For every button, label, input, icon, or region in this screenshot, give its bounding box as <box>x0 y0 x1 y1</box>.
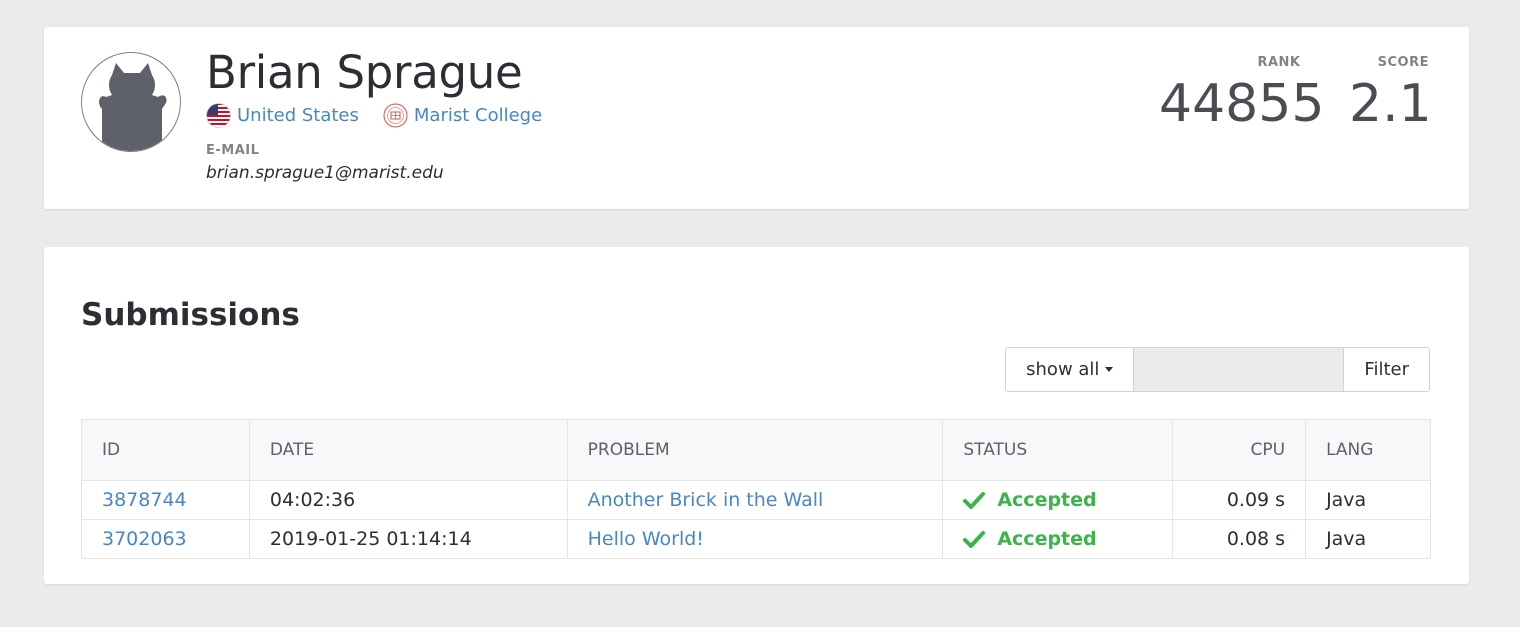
submissions-table: ID DATE PROBLEM STATUS CPU LANG 3878744 … <box>81 419 1431 559</box>
filter-input[interactable] <box>1133 347 1345 392</box>
profile-card: Brian Sprague United States Marist Colle… <box>44 27 1469 209</box>
problem-link[interactable]: Hello World! <box>588 528 704 550</box>
column-header-problem: PROBLEM <box>567 419 944 481</box>
language: Java <box>1326 528 1367 550</box>
user-avatar <box>81 52 181 152</box>
country-link[interactable]: United States <box>206 102 359 128</box>
email-value: brian.sprague1@marist.edu <box>206 163 444 183</box>
rank-label: RANK <box>1257 55 1301 70</box>
score-value: 2.1 <box>1349 74 1432 134</box>
column-header-cpu: CPU <box>1172 419 1307 481</box>
column-header-status: STATUS <box>942 419 1174 481</box>
check-icon <box>963 530 986 548</box>
submissions-card: Submissions show all Filter ID DATE PROB… <box>44 247 1469 584</box>
email-label: E-MAIL <box>206 143 260 158</box>
submissions-title: Submissions <box>81 297 300 333</box>
table-row: 3702063 2019-01-25 01:14:14 Hello World!… <box>81 519 1431 559</box>
cpu-time: 0.09 s <box>1172 480 1307 520</box>
language: Java <box>1305 480 1431 520</box>
university-name: Marist College <box>413 104 543 126</box>
country-name: United States <box>237 104 359 126</box>
column-header-lang: LANG <box>1305 419 1431 481</box>
submission-date: 2019-01-25 01:14:14 <box>249 519 568 559</box>
rank-value: 44855 <box>1159 74 1325 134</box>
column-header-id: ID <box>81 419 250 481</box>
submission-id-link[interactable]: 3878744 <box>102 489 187 511</box>
user-name: Brian Sprague <box>206 46 523 99</box>
caret-down-icon <box>1105 367 1114 372</box>
score-stat: SCORE 2.1 <box>1349 55 1432 134</box>
cpu-time: 0.08 s <box>1172 519 1307 559</box>
column-header-date: DATE <box>249 419 568 481</box>
cat-silhouette-avatar-icon <box>99 63 167 151</box>
score-label: SCORE <box>1377 55 1429 70</box>
status-text: Accepted <box>997 528 1097 550</box>
table-row: 3878744 04:02:36 Another Brick in the Wa… <box>81 480 1431 520</box>
show-all-dropdown[interactable]: show all <box>1005 347 1134 392</box>
problem-link[interactable]: Another Brick in the Wall <box>588 489 824 511</box>
submission-date: 04:02:36 <box>249 480 568 520</box>
university-link[interactable]: Marist College <box>383 103 542 128</box>
table-header-row: ID DATE PROBLEM STATUS CPU LANG <box>81 419 1431 481</box>
show-all-label: show all <box>1026 359 1100 380</box>
check-icon <box>963 491 986 509</box>
status-badge: Accepted <box>963 528 1152 550</box>
status-text: Accepted <box>997 489 1097 511</box>
status-badge: Accepted <box>963 489 1152 511</box>
filter-button[interactable]: Filter <box>1344 347 1430 392</box>
submission-id-link[interactable]: 3702063 <box>102 528 187 550</box>
filter-bar: show all Filter <box>1005 347 1430 392</box>
affiliations: United States Marist College <box>206 101 566 129</box>
us-flag-icon <box>206 102 231 128</box>
university-seal-icon <box>383 103 408 128</box>
rank-stat: RANK 44855 <box>1159 55 1325 134</box>
